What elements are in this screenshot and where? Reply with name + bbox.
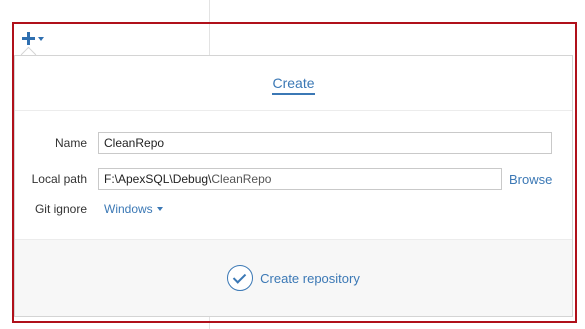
gitignore-dropdown[interactable]: Windows xyxy=(104,202,163,216)
chevron-down-icon xyxy=(156,207,163,211)
create-repository-popover: Create Name CleanRepo Local path F:\Apex… xyxy=(14,55,573,317)
create-repository-button[interactable]: Create repository xyxy=(227,265,360,291)
name-row: Name CleanRepo xyxy=(15,131,572,155)
name-field-value: CleanRepo xyxy=(104,136,165,150)
gitignore-value: Windows xyxy=(104,202,153,216)
local-path-row: Local path F:\ApexSQL\Debug\ CleanRepo Br… xyxy=(15,167,572,191)
local-path-field[interactable]: F:\ApexSQL\Debug\ CleanRepo xyxy=(98,168,502,190)
plus-icon xyxy=(22,31,35,45)
local-path-label: Local path xyxy=(31,172,87,186)
checkmark-icon xyxy=(227,265,254,291)
create-repository-label: Create repository xyxy=(260,270,360,286)
popover-footer: Create repository xyxy=(15,239,572,316)
tab-create[interactable]: Create xyxy=(272,75,315,95)
name-field[interactable]: CleanRepo xyxy=(98,132,552,154)
add-menu-button[interactable] xyxy=(22,30,44,46)
gitignore-label: Git ignore xyxy=(34,202,87,216)
gitignore-row: Git ignore Windows xyxy=(15,197,572,221)
create-form: Name CleanRepo Local path F:\ApexSQL\Deb… xyxy=(15,111,572,241)
name-label: Name xyxy=(54,136,87,150)
local-path-base: F:\ApexSQL\Debug\ xyxy=(104,172,212,186)
local-path-repo-name: CleanRepo xyxy=(211,172,272,186)
caret-down-icon xyxy=(38,36,44,41)
popover-header: Create xyxy=(15,56,572,111)
browse-link[interactable]: Browse xyxy=(509,172,552,187)
